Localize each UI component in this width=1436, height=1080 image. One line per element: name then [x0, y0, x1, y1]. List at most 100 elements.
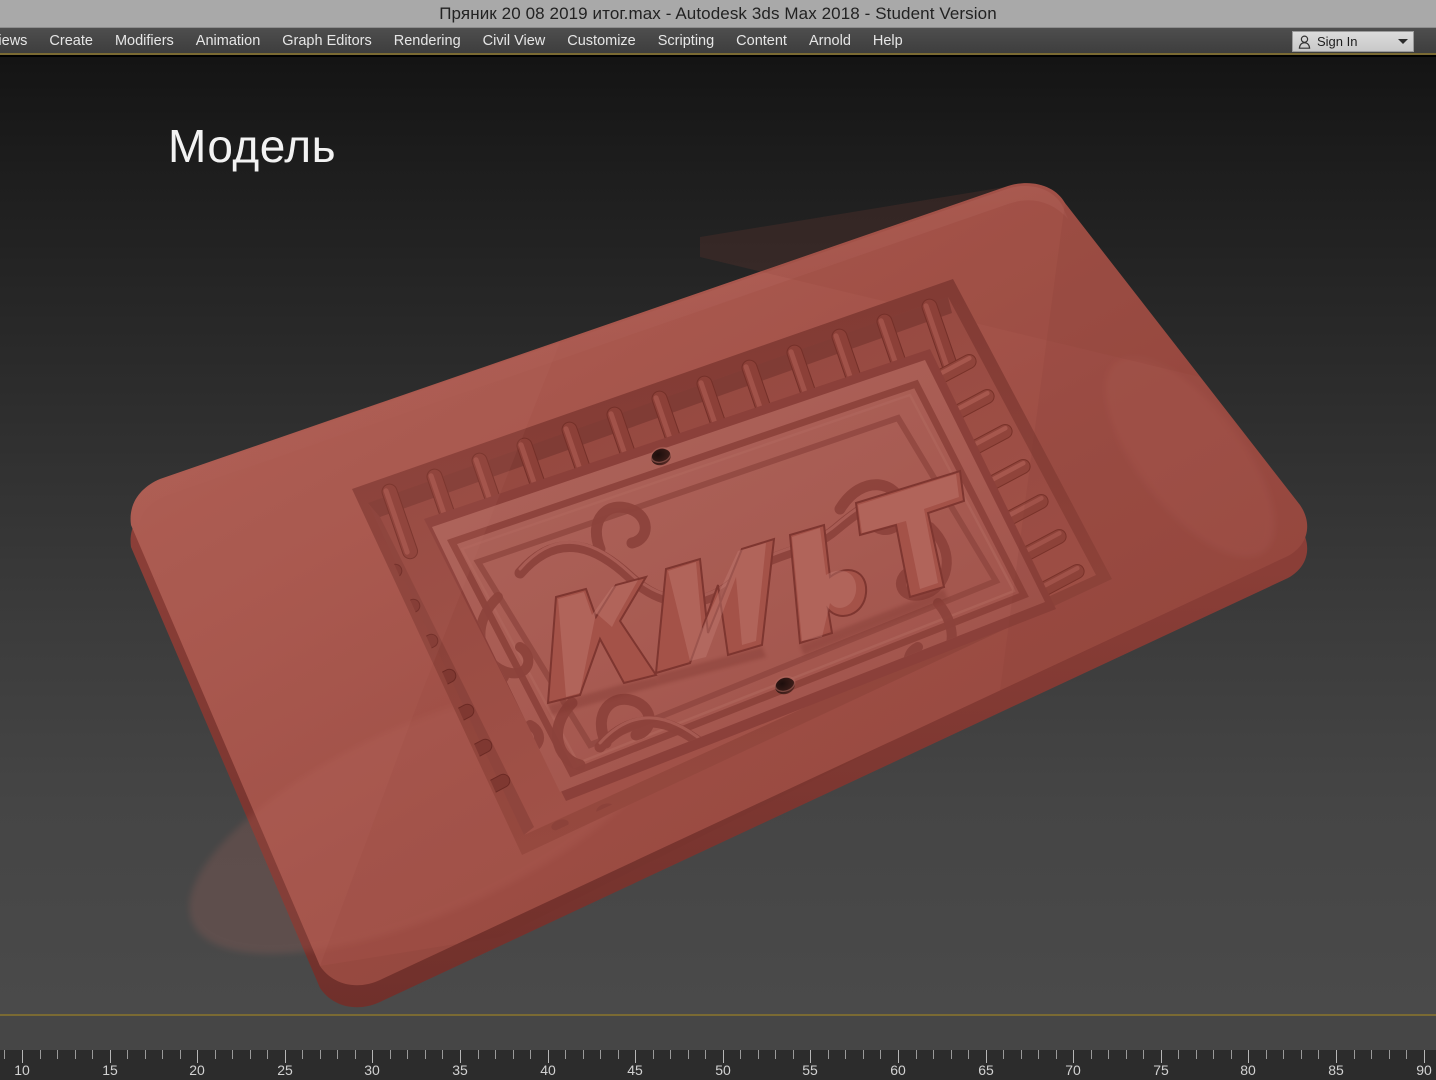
ruler-tick-minor: [355, 1050, 356, 1059]
ruler-tick-minor: [513, 1050, 514, 1059]
menu-item-views[interactable]: Views: [0, 31, 38, 51]
slab-body: [130, 183, 1308, 1008]
ruler-label: 45: [627, 1062, 643, 1078]
ruler-label: 85: [1328, 1062, 1344, 1078]
ruler-tick-minor: [951, 1050, 952, 1059]
ruler-tick-minor: [1318, 1050, 1319, 1059]
sign-in-label: Sign In: [1317, 34, 1358, 49]
viewport-perspective[interactable]: Модель: [0, 57, 1436, 1014]
ruler-tick-minor: [583, 1050, 584, 1059]
menu-bar: ViewsCreateModifiersAnimationGraph Edito…: [0, 28, 1436, 55]
ruler-tick-minor: [1178, 1050, 1179, 1059]
ruler-label: 50: [715, 1062, 731, 1078]
chevron-down-icon[interactable]: [1398, 39, 1408, 44]
ruler-label: 60: [890, 1062, 906, 1078]
ruler-tick-minor: [1003, 1050, 1004, 1059]
ruler-tick-minor: [57, 1050, 58, 1059]
ruler-tick-minor: [618, 1050, 619, 1059]
ruler-tick-minor: [793, 1050, 794, 1059]
ruler-tick-minor: [1231, 1050, 1232, 1059]
menu-item-scripting[interactable]: Scripting: [647, 31, 725, 51]
ruler-tick-minor: [407, 1050, 408, 1059]
menu-item-civil-view[interactable]: Civil View: [472, 31, 557, 51]
ruler-tick-minor: [1126, 1050, 1127, 1059]
ruler-label: 30: [364, 1062, 380, 1078]
ruler-label: 40: [540, 1062, 556, 1078]
menu-item-customize[interactable]: Customize: [556, 31, 647, 51]
ruler-tick-minor: [180, 1050, 181, 1059]
menu-item-graph-editors[interactable]: Graph Editors: [271, 31, 382, 51]
menu-item-content[interactable]: Content: [725, 31, 798, 51]
teeth-bottom-row: [551, 679, 974, 831]
menu-item-modifiers[interactable]: Modifiers: [104, 31, 185, 51]
time-ruler[interactable]: 10 15 20 25 30 35 40 45 50 55 60 65 70 75 80 85 90: [0, 1050, 1436, 1080]
menu-item-animation[interactable]: Animation: [185, 31, 271, 51]
ruler-tick-minor: [968, 1050, 969, 1059]
ruler-tick-minor: [600, 1050, 601, 1059]
ruler-tick-minor: [145, 1050, 146, 1059]
ruler-tick-minor: [1196, 1050, 1197, 1059]
ornament-top: [514, 479, 912, 608]
ornament-bottom-highlight: [598, 716, 818, 771]
ruler-tick-minor: [933, 1050, 934, 1059]
menu-item-list: ViewsCreateModifiersAnimationGraph Edito…: [0, 31, 914, 51]
ruler-tick-minor: [1301, 1050, 1302, 1059]
ruler-label: 80: [1240, 1062, 1256, 1078]
ornament-right: [896, 522, 960, 742]
menu-item-create[interactable]: Create: [38, 31, 104, 51]
ruler-tick-minor: [863, 1050, 864, 1059]
ruler-label: 35: [452, 1062, 468, 1078]
ruler-tick-minor: [705, 1050, 706, 1059]
ruler-tick-minor: [530, 1050, 531, 1059]
ruler-tick-minor: [302, 1050, 303, 1059]
ruler-label: 55: [802, 1062, 818, 1078]
ruler-tick-minor: [1213, 1050, 1214, 1059]
ruler-tick-minor: [250, 1050, 251, 1059]
ruler-label: 65: [978, 1062, 994, 1078]
ruler-tick-minor: [670, 1050, 671, 1059]
ruler-label: 15: [102, 1062, 118, 1078]
shading-passes: [130, 203, 1308, 986]
ruler-tick-minor: [425, 1050, 426, 1059]
ornament-bottom: [552, 693, 918, 779]
ruler-tick-minor: [845, 1050, 846, 1059]
ruler-tick-minor: [215, 1050, 216, 1059]
ruler-tick-minor: [758, 1050, 759, 1059]
ruler-tick-minor: [495, 1050, 496, 1059]
ruler-label: 70: [1065, 1062, 1081, 1078]
title-bar: Пряник 20 08 2019 итог.max - Autodesk 3d…: [0, 0, 1436, 28]
ruler-tick-minor: [1108, 1050, 1109, 1059]
viewport-label: Модель: [168, 120, 337, 172]
ruler-tick-minor: [916, 1050, 917, 1059]
user-avatar-icon: [1298, 34, 1311, 49]
ruler-tick-minor: [1283, 1050, 1284, 1059]
ruler-label: 25: [277, 1062, 293, 1078]
ruler-label: 90: [1416, 1062, 1432, 1078]
ornament-top-highlight: [518, 492, 908, 600]
ruler-tick-minor: [337, 1050, 338, 1059]
cavity-teeth: [360, 298, 1085, 831]
ruler-label: 20: [189, 1062, 205, 1078]
ruler-tick-minor: [775, 1050, 776, 1059]
ruler-tick-minor: [1143, 1050, 1144, 1059]
ruler-tick-minor: [1038, 1050, 1039, 1059]
menu-item-help[interactable]: Help: [862, 31, 914, 51]
registration-holes: [650, 446, 796, 695]
ruler-tick-minor: [1371, 1050, 1372, 1059]
ruler-tick-minor: [127, 1050, 128, 1059]
ruler-tick-minor: [40, 1050, 41, 1059]
ornament-left: [475, 592, 544, 792]
track-bar[interactable]: [0, 1016, 1436, 1050]
ruler-label: 10: [14, 1062, 30, 1078]
sign-in-button[interactable]: Sign In: [1292, 31, 1414, 52]
window-title: Пряник 20 08 2019 итог.max - Autodesk 3d…: [439, 3, 997, 23]
ruler-tick-minor: [478, 1050, 479, 1059]
ruler-tick-minor: [1354, 1050, 1355, 1059]
ruler-tick-minor: [92, 1050, 93, 1059]
menu-item-rendering[interactable]: Rendering: [383, 31, 472, 51]
ruler-tick-minor: [4, 1050, 5, 1059]
menu-item-arnold[interactable]: Arnold: [798, 31, 862, 51]
ruler-tick-minor: [1056, 1050, 1057, 1059]
ruler-tick-minor: [232, 1050, 233, 1059]
model-stage: [0, 57, 1436, 1014]
